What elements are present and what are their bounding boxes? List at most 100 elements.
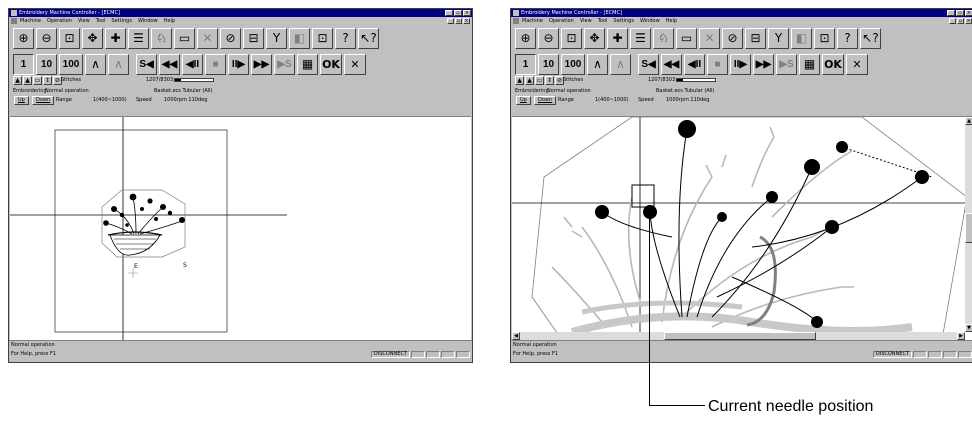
scroll-down-arrow[interactable]: ▼: [965, 324, 972, 332]
color-icon[interactable]: ◧: [289, 27, 310, 49]
view-mode-icon-2[interactable]: ▲: [23, 76, 32, 85]
grid-icon[interactable]: ▦: [799, 53, 820, 75]
menu-settings[interactable]: Settings: [613, 17, 634, 25]
color-icon[interactable]: ◧: [791, 27, 812, 49]
monitor-icon[interactable]: ▭: [174, 27, 195, 49]
zoom-area-icon[interactable]: ⊡: [561, 27, 582, 49]
fit-icon[interactable]: ✚: [607, 27, 628, 49]
stop-button[interactable]: ■: [707, 53, 728, 75]
monitor-icon[interactable]: ▭: [676, 27, 697, 49]
document-system-icon[interactable]: [513, 18, 519, 24]
minimize-button[interactable]: _: [445, 10, 453, 16]
machine-icon[interactable]: ♘: [653, 27, 674, 49]
ok-button[interactable]: OK: [822, 53, 844, 75]
doc-restore-button[interactable]: ▫: [455, 18, 462, 24]
machine-icon[interactable]: ♘: [151, 27, 172, 49]
menu-settings[interactable]: Settings: [111, 17, 132, 25]
minimize-button[interactable]: _: [947, 10, 955, 16]
prohibit-icon[interactable]: ⊘: [220, 27, 241, 49]
stitch-shape-icon[interactable]: ∧: [85, 53, 106, 75]
menu-window[interactable]: Window: [138, 17, 158, 25]
prohibit-icon[interactable]: ⊘: [722, 27, 743, 49]
design-canvas-zoomed[interactable]: ▲ ▼ ◀ ▶: [512, 116, 972, 340]
help-icon[interactable]: ?: [837, 27, 858, 49]
menu-window[interactable]: Window: [640, 17, 660, 25]
context-help-icon[interactable]: ↖?: [860, 27, 881, 49]
doc-minimize-button[interactable]: _: [949, 18, 956, 24]
maximize-button[interactable]: ▫: [956, 10, 964, 16]
zoom-in-icon[interactable]: ⊕: [515, 27, 536, 49]
view-mode-icon-3[interactable]: ▭: [535, 76, 544, 85]
trace-icon[interactable]: ↕: [43, 76, 52, 85]
view-mode-icon-2[interactable]: ▲: [525, 76, 534, 85]
frame-icon[interactable]: ⊟: [243, 27, 264, 49]
go-start-button[interactable]: S◀: [638, 53, 659, 75]
jump-shape-icon[interactable]: ∧: [108, 53, 129, 75]
design-canvas[interactable]: E S: [10, 116, 471, 340]
go-start-button[interactable]: S◀: [136, 53, 157, 75]
step-back-button[interactable]: ◀II: [182, 53, 203, 75]
fast-back-button[interactable]: ◀◀: [661, 53, 682, 75]
horizontal-scroll-thumb[interactable]: [664, 332, 816, 340]
zoom-out-icon[interactable]: ⊖: [36, 27, 57, 49]
step-10-button[interactable]: 10: [36, 53, 57, 75]
up-button[interactable]: Up: [516, 96, 531, 105]
stitch-lines-icon[interactable]: ☰: [630, 27, 651, 49]
step-1-button[interactable]: 1: [13, 53, 34, 75]
trim-icon[interactable]: Y: [768, 27, 789, 49]
fast-forward-button[interactable]: ▶▶: [753, 53, 774, 75]
monitor-edit-icon[interactable]: ⊡: [814, 27, 835, 49]
view-mode-icon-3[interactable]: ▭: [33, 76, 42, 85]
go-end-button[interactable]: ▶S: [776, 53, 797, 75]
jump-shape-icon[interactable]: ∧: [610, 53, 631, 75]
cancel-x-icon[interactable]: ✕: [197, 27, 218, 49]
zoom-in-icon[interactable]: ⊕: [13, 27, 34, 49]
stitch-shape-icon[interactable]: ∧: [587, 53, 608, 75]
menu-view[interactable]: View: [580, 17, 592, 25]
menu-help[interactable]: Help: [164, 17, 175, 25]
cancel-button[interactable]: ✕: [846, 53, 868, 75]
menu-help[interactable]: Help: [666, 17, 677, 25]
up-button[interactable]: Up: [14, 96, 29, 105]
step-back-button[interactable]: ◀II: [684, 53, 705, 75]
move-icon[interactable]: ✥: [584, 27, 605, 49]
zoom-out-icon[interactable]: ⊖: [538, 27, 559, 49]
zoom-area-icon[interactable]: ⊡: [59, 27, 80, 49]
step-100-button[interactable]: 100: [59, 53, 83, 75]
close-button[interactable]: ×: [965, 10, 972, 16]
vertical-scroll-thumb[interactable]: [965, 213, 972, 243]
menu-machine[interactable]: Machine: [522, 17, 543, 25]
step-100-button[interactable]: 100: [561, 53, 585, 75]
stitch-lines-icon[interactable]: ☰: [128, 27, 149, 49]
ok-button[interactable]: OK: [320, 53, 342, 75]
trim-icon[interactable]: Y: [266, 27, 287, 49]
fit-icon[interactable]: ✚: [105, 27, 126, 49]
fast-forward-button[interactable]: ▶▶: [251, 53, 272, 75]
view-mode-icon[interactable]: ▲: [515, 76, 524, 85]
scroll-up-arrow[interactable]: ▲: [965, 117, 972, 125]
step-forward-button[interactable]: II▶: [730, 53, 751, 75]
menu-tool[interactable]: Tool: [96, 17, 106, 25]
menu-machine[interactable]: Machine: [20, 17, 41, 25]
cancel-x-icon[interactable]: ✕: [699, 27, 720, 49]
grid-icon[interactable]: ▦: [297, 53, 318, 75]
doc-restore-button[interactable]: ▫: [957, 18, 964, 24]
document-system-icon[interactable]: [11, 18, 17, 24]
menu-view[interactable]: View: [78, 17, 90, 25]
scroll-left-arrow[interactable]: ◀: [512, 332, 520, 340]
go-end-button[interactable]: ▶S: [274, 53, 295, 75]
maximize-button[interactable]: ▫: [454, 10, 462, 16]
step-forward-button[interactable]: II▶: [228, 53, 249, 75]
context-help-icon[interactable]: ↖?: [358, 27, 379, 49]
stop-button[interactable]: ■: [205, 53, 226, 75]
help-icon[interactable]: ?: [335, 27, 356, 49]
trace-icon[interactable]: ↕: [545, 76, 554, 85]
move-icon[interactable]: ✥: [82, 27, 103, 49]
view-mode-icon[interactable]: ▲: [13, 76, 22, 85]
frame-icon[interactable]: ⊟: [745, 27, 766, 49]
cancel-button[interactable]: ✕: [344, 53, 366, 75]
horizontal-scrollbar[interactable]: ◀ ▶: [512, 332, 965, 340]
close-button[interactable]: ×: [463, 10, 471, 16]
doc-minimize-button[interactable]: _: [447, 18, 454, 24]
fast-back-button[interactable]: ◀◀: [159, 53, 180, 75]
